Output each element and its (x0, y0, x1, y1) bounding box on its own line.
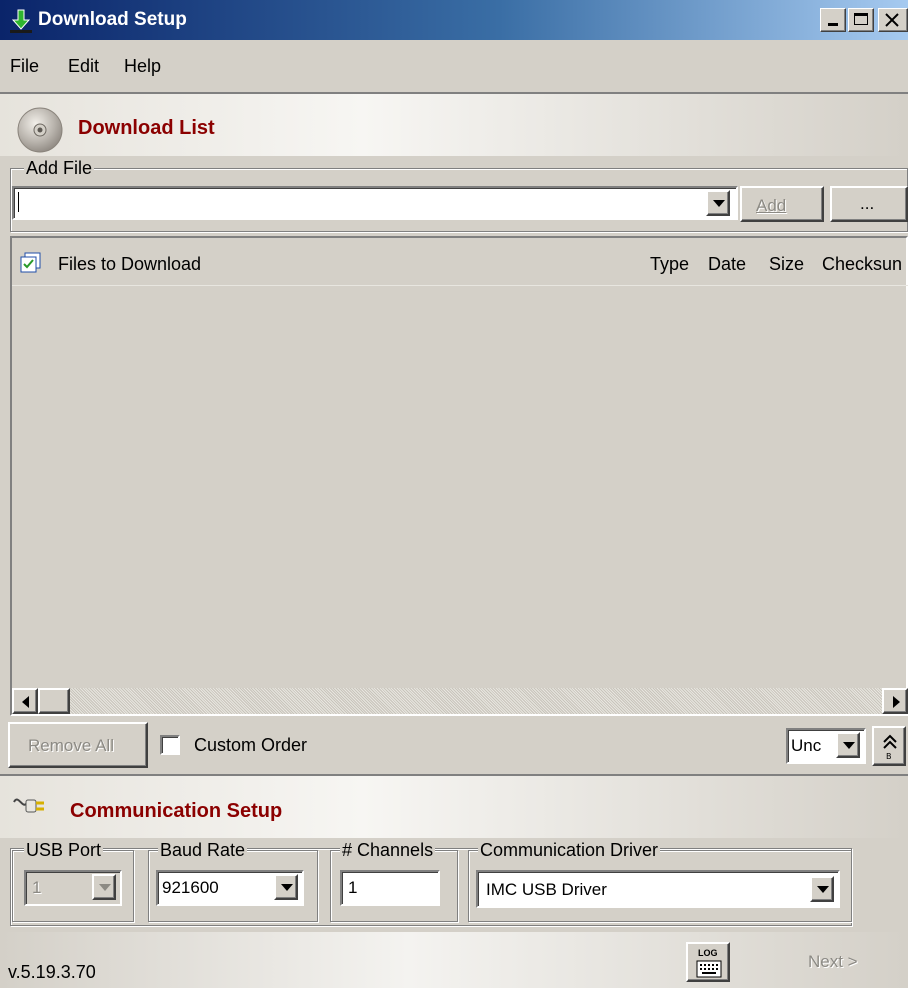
download-arrow-icon (10, 9, 32, 33)
log-button[interactable]: LOG (686, 942, 730, 982)
scroll-left-button[interactable] (12, 688, 38, 714)
checklist-icon[interactable] (20, 252, 42, 274)
cd-disc-icon (17, 107, 63, 153)
baud-rate-label: Baud Rate (158, 840, 248, 861)
driver-label: Communication Driver (478, 840, 661, 861)
horizontal-scrollbar[interactable] (12, 688, 908, 714)
window-title: Download Setup (38, 9, 187, 30)
sort-chevrons-icon: B (883, 734, 897, 760)
version-label: v.5.19.3.70 (8, 962, 96, 982)
close-button[interactable] (878, 8, 908, 32)
download-list-header: Download List (0, 92, 908, 156)
menu-edit[interactable]: Edit (68, 56, 99, 77)
files-list-view[interactable] (10, 236, 908, 716)
menu-help[interactable]: Help (124, 56, 161, 77)
close-icon (885, 13, 899, 27)
download-list-title: Download List (78, 117, 215, 139)
custom-order-checkbox[interactable] (160, 735, 180, 755)
custom-order-label: Custom Order (194, 735, 308, 755)
add-button[interactable]: Add (740, 186, 824, 222)
driver-select[interactable]: IMC USB Driver (476, 870, 840, 908)
add-file-dropdown-button[interactable] (706, 190, 730, 216)
communication-setup-title: Communication Setup (70, 800, 283, 822)
keyboard-icon (696, 960, 722, 978)
browse-button[interactable]: ... (830, 186, 908, 222)
column-type[interactable]: Type (650, 254, 689, 275)
channels-label: # Channels (340, 840, 436, 861)
column-size[interactable]: Size (769, 254, 804, 275)
column-files-to-download[interactable]: Files to Download (58, 254, 201, 275)
communication-setup-header: Communication Setup (0, 774, 908, 838)
order-dropdown-button[interactable] (836, 732, 860, 758)
driver-dropdown-button[interactable] (810, 876, 834, 902)
svg-text:B: B (886, 752, 892, 760)
scroll-thumb[interactable] (38, 688, 70, 714)
usb-port-dropdown-button[interactable] (92, 874, 116, 900)
minimize-button[interactable] (820, 8, 846, 32)
plug-cable-icon (13, 798, 44, 813)
column-date[interactable]: Date (708, 254, 746, 275)
channels-input[interactable]: 1 (340, 870, 440, 906)
next-button[interactable]: Next > (740, 942, 900, 982)
menu-file[interactable]: File (10, 56, 39, 77)
sort-order-button[interactable]: B (872, 726, 906, 766)
scroll-right-button[interactable] (882, 688, 908, 714)
add-file-label: Add File (24, 158, 95, 179)
title-bar[interactable]: Download Setup (0, 0, 908, 40)
add-file-input[interactable] (12, 186, 738, 220)
column-checksum[interactable]: Checksun (822, 254, 908, 275)
maximize-button[interactable] (848, 8, 874, 32)
remove-all-button[interactable]: Remove All (8, 722, 148, 768)
usb-port-label: USB Port (24, 840, 104, 861)
baud-rate-dropdown-button[interactable] (274, 874, 298, 900)
